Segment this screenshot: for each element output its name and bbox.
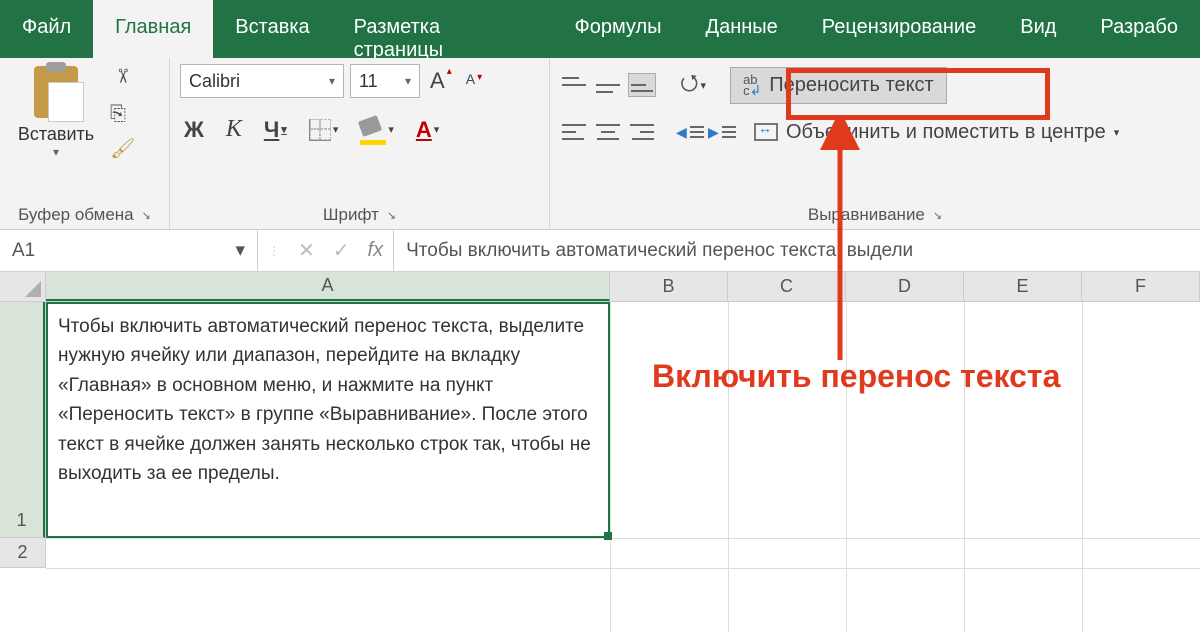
clipboard-icon bbox=[28, 64, 84, 120]
letter-a-icon: А bbox=[466, 71, 475, 87]
group-clipboard: Вставить ▾ ✂ ⎘ 🖌 Буфер обмена ↘ bbox=[0, 58, 170, 229]
group-font: Calibri ▾ 11 ▾ А▴ А▾ Ж К Ч ▾ ▾ ▾ bbox=[170, 58, 550, 229]
column-header-a[interactable]: A bbox=[46, 272, 610, 301]
chevron-down-icon: ▾ bbox=[434, 123, 440, 136]
rotate-icon: ⭯ bbox=[680, 66, 699, 104]
clipboard-group-label: Буфер обмена bbox=[18, 205, 134, 225]
font-name-value: Calibri bbox=[189, 71, 240, 92]
chevron-down-icon: ▾ bbox=[701, 79, 707, 92]
align-center-button[interactable] bbox=[594, 120, 622, 144]
orientation-button[interactable]: ⭯ ▾ bbox=[676, 64, 710, 106]
chevron-down-icon: ▾ bbox=[329, 74, 335, 88]
tab-page-layout[interactable]: Разметка страницы bbox=[332, 0, 553, 58]
tab-formulas[interactable]: Формулы bbox=[553, 0, 684, 58]
select-all-corner[interactable] bbox=[0, 272, 46, 301]
tab-file[interactable]: Файл bbox=[0, 0, 93, 58]
tab-review[interactable]: Рецензирование bbox=[800, 0, 998, 58]
worksheet-grid: A B C D E F 1 2 Чтобы включить автоматич… bbox=[0, 272, 1200, 568]
wrap-text-button[interactable]: abc↲ Переносить текст bbox=[730, 67, 947, 104]
alignment-group-label: Выравнивание bbox=[808, 205, 925, 225]
row-header-1[interactable]: 1 bbox=[0, 302, 45, 538]
merge-center-button[interactable]: Объединить и поместить в центре ▾ bbox=[754, 121, 1119, 144]
annotation-text: Включить перенос текста bbox=[652, 358, 1060, 395]
font-size-combo[interactable]: 11 ▾ bbox=[350, 64, 420, 98]
chevron-down-icon: ▾ bbox=[281, 123, 287, 136]
align-bottom-button[interactable] bbox=[628, 73, 656, 97]
increase-indent-button[interactable]: ▶ bbox=[708, 121, 734, 143]
align-top-button[interactable] bbox=[560, 73, 588, 97]
chevron-down-icon: ▾ bbox=[333, 123, 339, 136]
bold-button[interactable]: Ж bbox=[180, 115, 208, 145]
format-painter-button[interactable]: 🖌 bbox=[110, 136, 135, 161]
italic-button[interactable]: К bbox=[222, 114, 246, 145]
fill-color-button[interactable]: ▾ bbox=[356, 112, 398, 147]
cut-button[interactable]: ✂ bbox=[110, 68, 135, 93]
column-header-d[interactable]: D bbox=[846, 272, 964, 301]
font-size-value: 11 bbox=[359, 71, 378, 92]
chevron-down-icon: ▾ bbox=[388, 123, 394, 136]
cell-a1[interactable]: Чтобы включить автоматический перенос те… bbox=[46, 302, 610, 538]
align-left-button[interactable] bbox=[560, 120, 588, 144]
insert-function-button[interactable]: fx bbox=[368, 239, 384, 262]
ribbon-tabs: Файл Главная Вставка Разметка страницы Ф… bbox=[0, 0, 1200, 58]
font-dialog-launcher[interactable]: ↘ bbox=[387, 209, 396, 222]
column-header-f[interactable]: F bbox=[1082, 272, 1200, 301]
increase-font-button[interactable]: А▴ bbox=[426, 66, 456, 96]
name-box-value: A1 bbox=[12, 240, 35, 262]
align-right-button[interactable] bbox=[628, 120, 656, 144]
formula-input[interactable]: Чтобы включить автоматический перенос те… bbox=[394, 230, 1200, 271]
paste-button[interactable]: Вставить ▾ bbox=[10, 64, 102, 203]
column-header-e[interactable]: E bbox=[964, 272, 1082, 301]
paste-dropdown-icon[interactable]: ▾ bbox=[53, 145, 59, 159]
merge-icon bbox=[754, 123, 778, 141]
column-header-c[interactable]: C bbox=[728, 272, 846, 301]
cancel-formula-button[interactable]: ✕ bbox=[298, 238, 315, 263]
font-color-icon: А bbox=[416, 117, 432, 143]
paste-label: Вставить bbox=[18, 124, 94, 145]
chevron-down-icon: ▾ bbox=[405, 74, 411, 88]
group-alignment: ⭯ ▾ abc↲ Переносить текст ◀ ▶ bbox=[550, 58, 1200, 229]
align-middle-button[interactable] bbox=[594, 73, 622, 97]
font-name-combo[interactable]: Calibri ▾ bbox=[180, 64, 344, 98]
wrap-text-icon: abc↲ bbox=[743, 75, 761, 96]
tab-home[interactable]: Главная bbox=[93, 0, 213, 58]
decrease-font-button[interactable]: А▾ bbox=[462, 71, 486, 91]
letter-a-icon: А bbox=[430, 68, 445, 94]
borders-icon bbox=[309, 119, 331, 141]
borders-button[interactable]: ▾ bbox=[305, 117, 343, 143]
row-header-2[interactable]: 2 bbox=[0, 538, 45, 568]
decrease-indent-button[interactable]: ◀ bbox=[676, 121, 702, 143]
font-group-label: Шрифт bbox=[323, 205, 379, 225]
font-color-button[interactable]: А ▾ bbox=[412, 115, 443, 145]
tab-insert[interactable]: Вставка bbox=[213, 0, 331, 58]
formula-bar: A1 ▾ ⋮ ✕ ✓ fx Чтобы включить автоматичес… bbox=[0, 230, 1200, 272]
wrap-text-label: Переносить текст bbox=[769, 74, 933, 97]
underline-letter: Ч bbox=[264, 117, 279, 143]
separator: ⋮ bbox=[268, 244, 280, 258]
chevron-down-icon: ▾ bbox=[1114, 126, 1120, 139]
name-box[interactable]: A1 ▾ bbox=[0, 230, 258, 271]
tab-view[interactable]: Вид bbox=[998, 0, 1078, 58]
underline-button[interactable]: Ч ▾ bbox=[260, 115, 291, 145]
tab-data[interactable]: Данные bbox=[684, 0, 800, 58]
column-header-b[interactable]: B bbox=[610, 272, 728, 301]
copy-button[interactable]: ⎘ bbox=[110, 103, 135, 126]
alignment-dialog-launcher[interactable]: ↘ bbox=[933, 209, 942, 222]
paint-bucket-icon bbox=[360, 114, 386, 145]
tab-developer[interactable]: Разрабо bbox=[1078, 0, 1200, 58]
chevron-down-icon: ▾ bbox=[235, 239, 245, 262]
clipboard-dialog-launcher[interactable]: ↘ bbox=[142, 209, 151, 222]
ribbon: Вставить ▾ ✂ ⎘ 🖌 Буфер обмена ↘ Calibri bbox=[0, 58, 1200, 230]
merge-center-label: Объединить и поместить в центре bbox=[786, 121, 1106, 144]
accept-formula-button[interactable]: ✓ bbox=[333, 238, 350, 263]
